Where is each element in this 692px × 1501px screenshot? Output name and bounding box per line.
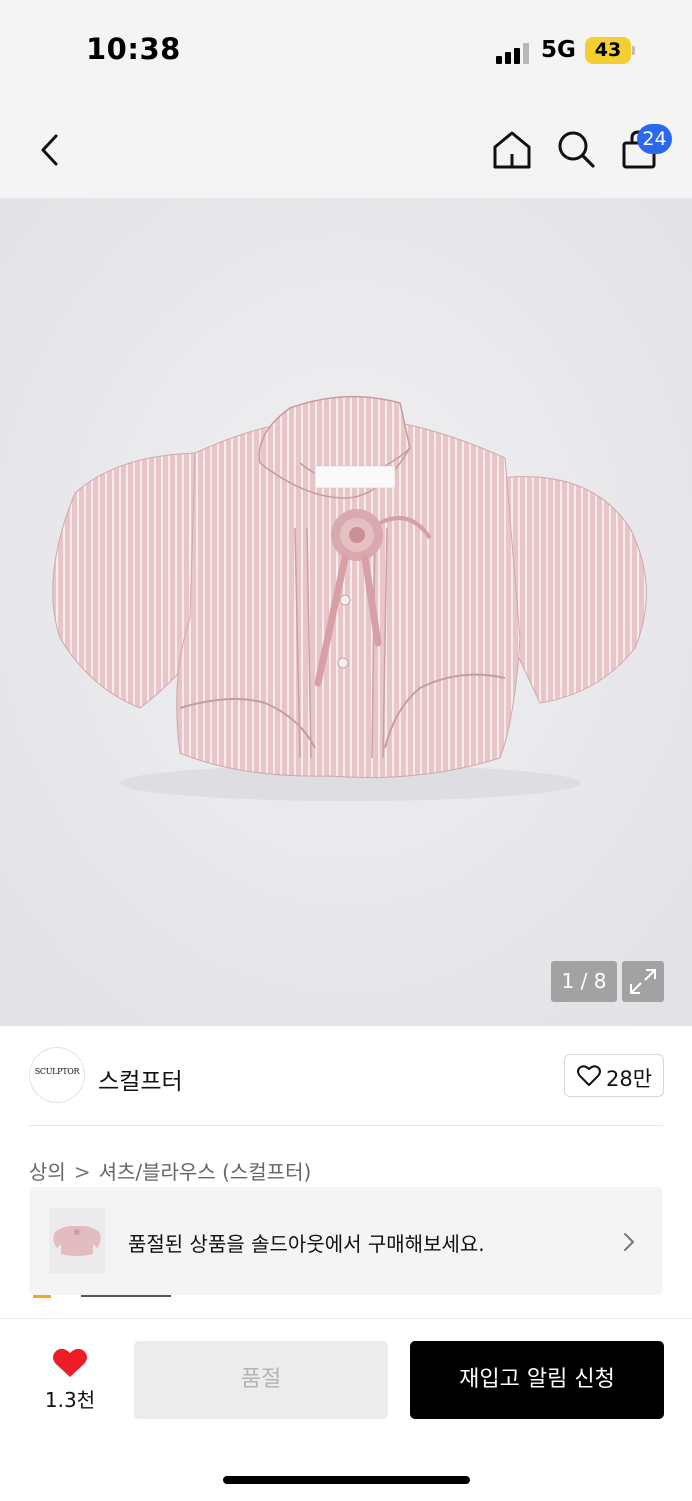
brand-logo-text: SCULPTOR xyxy=(34,1067,80,1076)
brand-like-count: 28만 xyxy=(606,1067,653,1091)
soldout-button: 품절 xyxy=(134,1341,388,1419)
cart-count-badge: 24 xyxy=(637,124,672,154)
heart-filled-icon xyxy=(53,1348,87,1377)
network-type: 5G xyxy=(541,37,576,63)
expand-button[interactable] xyxy=(622,961,664,1002)
home-icon xyxy=(493,131,531,169)
product-gallery[interactable] xyxy=(0,198,692,1026)
product-thumbnail-image xyxy=(49,1208,105,1274)
status-time: 10:38 xyxy=(86,32,181,66)
heart-outline-icon xyxy=(577,1065,601,1086)
image-counter: 1 / 8 xyxy=(551,961,617,1002)
restock-alert-button[interactable]: 재입고 알림 신청 xyxy=(410,1341,664,1419)
wishlist-button[interactable]: 1.3천 xyxy=(40,1346,100,1416)
brand-logo[interactable]: SCULPTOR xyxy=(29,1047,85,1103)
search-icon xyxy=(558,131,595,168)
soldout-thumbnail xyxy=(49,1208,105,1274)
brand-like-button[interactable]: 28만 xyxy=(564,1054,664,1097)
breadcrumb-level1[interactable]: 상의 xyxy=(29,1160,66,1184)
partial-rating-row xyxy=(29,1295,663,1305)
search-button[interactable] xyxy=(555,128,597,170)
chevron-left-icon xyxy=(41,134,58,166)
star-icon xyxy=(33,1295,51,1298)
soldout-banner-text: 품절된 상품을 솔드아웃에서 구매해보세요. xyxy=(128,1232,485,1256)
status-bar: 10:38 5G 43 xyxy=(0,0,692,100)
breadcrumb: 상의 > 셔츠/블라우스 (스컬프터) xyxy=(29,1156,311,1185)
chevron-right-icon xyxy=(620,1230,638,1254)
brand-name[interactable]: 스컬프터 xyxy=(98,1062,183,1096)
wishlist-count: 1.3천 xyxy=(44,1388,96,1412)
signal-icon xyxy=(496,42,532,64)
home-indicator[interactable] xyxy=(223,1476,470,1484)
breadcrumb-separator: > xyxy=(73,1160,91,1184)
divider xyxy=(29,1125,663,1126)
product-image xyxy=(0,198,692,1026)
battery-cap xyxy=(632,46,635,55)
breadcrumb-level2[interactable]: 셔츠/블라우스 (스컬프터) xyxy=(99,1160,312,1184)
battery-icon: 43 xyxy=(585,37,631,64)
back-button[interactable] xyxy=(30,130,70,170)
expand-icon xyxy=(630,969,656,994)
home-button[interactable] xyxy=(490,128,534,172)
review-underline xyxy=(81,1295,171,1297)
